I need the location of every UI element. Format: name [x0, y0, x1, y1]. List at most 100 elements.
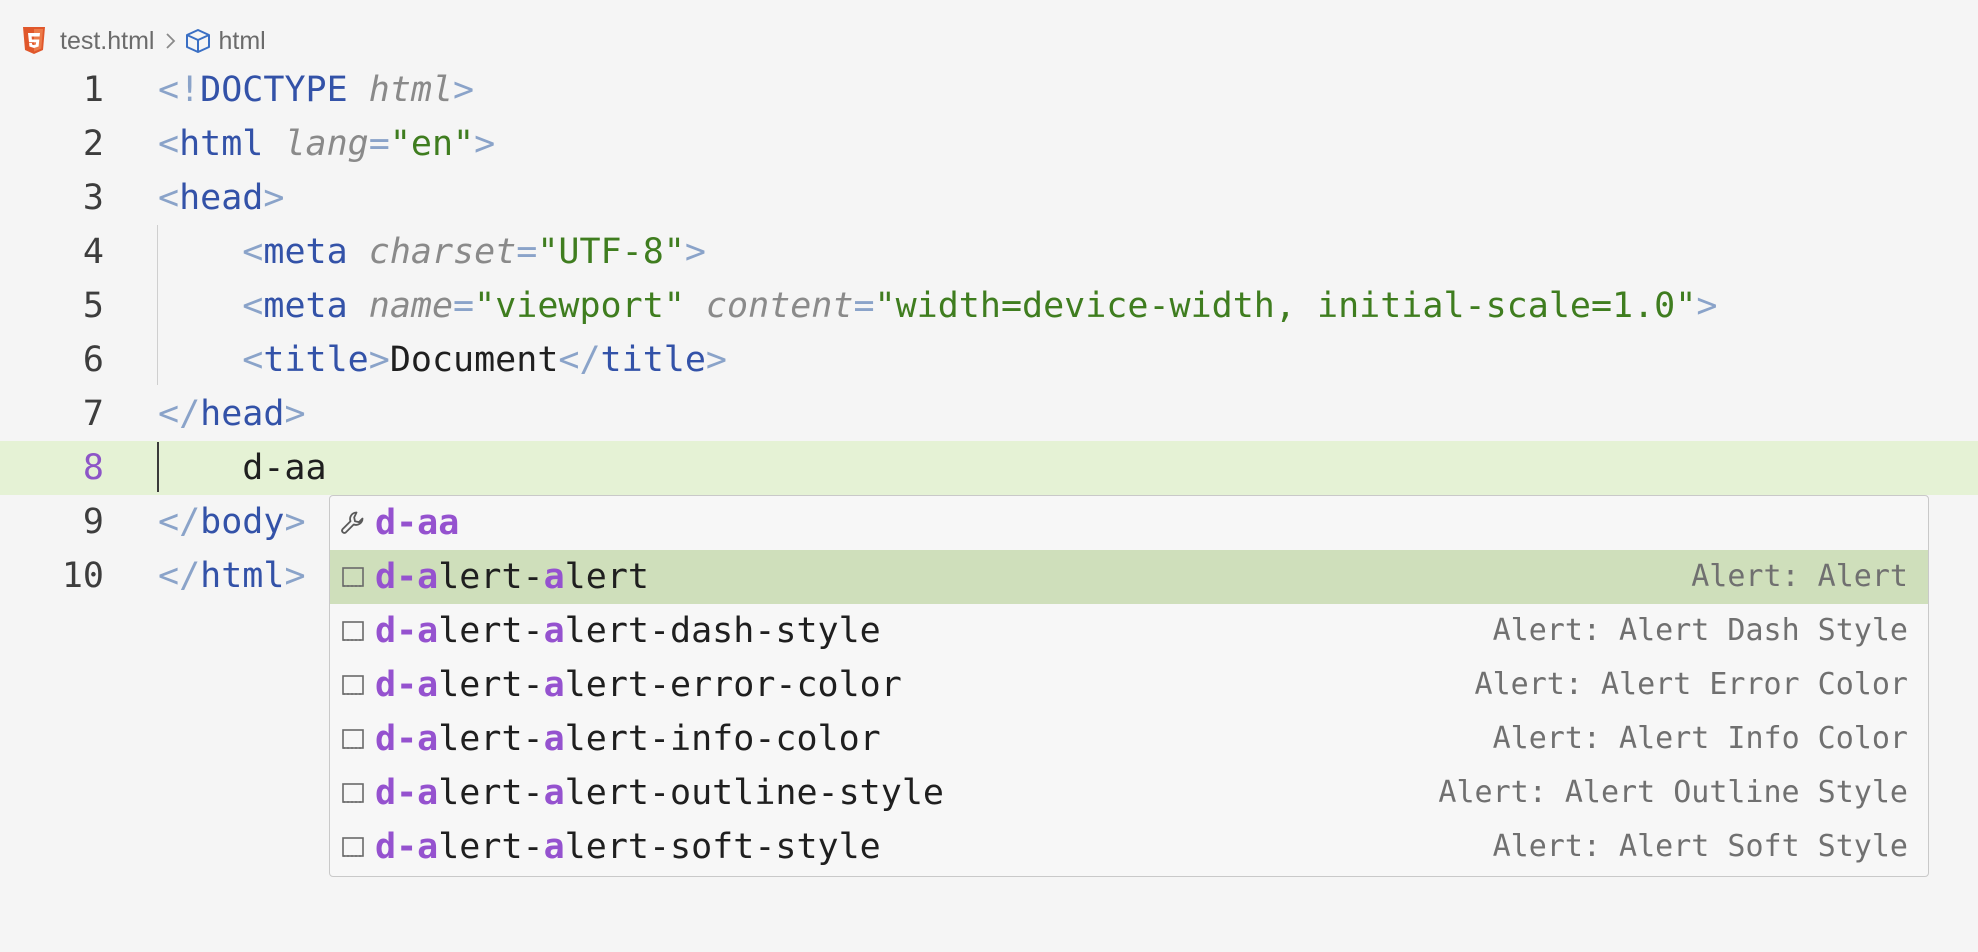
- code-line[interactable]: 1 <!DOCTYPE html>: [0, 63, 1978, 117]
- suggestion-label: d-alert-alert-outline-style: [375, 773, 944, 813]
- code-text: <head>: [158, 171, 284, 225]
- code-text: </body>: [158, 495, 306, 549]
- wrench-icon: [338, 508, 368, 538]
- code-token: >: [1696, 286, 1718, 326]
- line-number: 9: [82, 502, 104, 542]
- suggestion-label: d-alert-alert-dash-style: [375, 611, 881, 651]
- suggestion-label: d-alert-alert-error-color: [375, 665, 902, 705]
- code-token: "width=device-width, initial-scale=1.0": [874, 286, 1697, 326]
- line-number: 10: [61, 556, 104, 596]
- autocomplete-popup: d-aa d-alert-alert Alert: Alert d-alert-ale…: [329, 495, 1929, 877]
- suggestion-label: d-aa: [375, 503, 460, 543]
- suggestion-item[interactable]: d-alert-alert-error-color Alert: Alert Er…: [330, 658, 1928, 712]
- code-token: body: [200, 502, 285, 542]
- code-text: <meta name="viewport" content="width=dev…: [158, 279, 1717, 333]
- line-number: 6: [82, 340, 104, 380]
- code-line[interactable]: 5 <meta name="viewport" content="width=d…: [0, 279, 1978, 333]
- code-token: </: [158, 556, 201, 596]
- code-token: =: [368, 124, 390, 164]
- code-token: meta: [263, 286, 348, 326]
- chevron-right-icon: [164, 32, 176, 50]
- code-text: <html lang="en">: [158, 117, 495, 171]
- suggestion-detail: Alert: Alert Info Color: [1492, 721, 1908, 756]
- code-token: lang: [284, 124, 369, 164]
- suggestion-label: d-alert-alert-soft-style: [375, 827, 881, 867]
- code-line[interactable]: 2 <html lang="en">: [0, 117, 1978, 171]
- code-token: content: [705, 286, 854, 326]
- suggestion-label: d-alert-alert-info-color: [375, 719, 881, 759]
- line-number: 7: [82, 394, 104, 434]
- code-token: <!: [158, 70, 201, 110]
- suggestion-label: d-alert-alert: [375, 557, 649, 597]
- breadcrumb-symbol[interactable]: html: [218, 27, 265, 56]
- suggestion-item[interactable]: d-alert-alert-soft-style Alert: Alert Sof…: [330, 820, 1928, 874]
- code-line[interactable]: 8 d-aa: [0, 441, 1978, 495]
- suggestion-detail: Alert: Alert Error Color: [1474, 667, 1908, 702]
- code-token: <: [242, 286, 264, 326]
- snippet-icon: [338, 778, 368, 808]
- code-token: head: [200, 394, 285, 434]
- suggestion-detail: Alert: Alert Outline Style: [1438, 775, 1908, 810]
- code-token: >: [684, 232, 706, 272]
- code-token: meta: [263, 232, 348, 272]
- code-token: html: [368, 70, 454, 110]
- code-token: <: [158, 178, 180, 218]
- code-line[interactable]: 7 </head>: [0, 387, 1978, 441]
- code-text: </html>: [158, 549, 306, 603]
- suggestion-detail: Alert: Alert Dash Style: [1492, 613, 1908, 648]
- code-token: head: [179, 178, 264, 218]
- code-token: >: [263, 178, 285, 218]
- code-token: >: [284, 502, 306, 542]
- code-token: DOCTYPE: [200, 70, 348, 110]
- code-token: html: [179, 124, 264, 164]
- cube-icon: [184, 28, 212, 54]
- line-number: 5: [82, 286, 104, 326]
- suggestion-item[interactable]: d-alert-alert-dash-style Alert: Alert Das…: [330, 604, 1928, 658]
- suggestion-item[interactable]: d-alert-alert-info-color Alert: Alert Inf…: [330, 712, 1928, 766]
- code-line[interactable]: 4 <meta charset="UTF-8">: [0, 225, 1978, 279]
- code-text: <title>Document</title>: [158, 333, 727, 387]
- code-token: html: [200, 556, 285, 596]
- breadcrumb-file[interactable]: test.html: [60, 27, 154, 56]
- code-token: >: [474, 124, 496, 164]
- suggestion-item[interactable]: d-alert-alert Alert: Alert: [330, 550, 1928, 604]
- code-token: >: [705, 340, 727, 380]
- code-token: name: [368, 286, 454, 326]
- snippet-icon: [338, 616, 368, 646]
- code-token: >: [368, 340, 390, 380]
- snippet-icon: [338, 670, 368, 700]
- line-number: 2: [82, 124, 104, 164]
- code-text: </head>: [158, 387, 306, 441]
- suggestion-item[interactable]: d-alert-alert-outline-style Alert: Alert …: [330, 766, 1928, 820]
- code-line[interactable]: 6 <title>Document</title>: [0, 333, 1978, 387]
- line-number: 4: [82, 232, 104, 272]
- code-token: =: [853, 286, 875, 326]
- code-line[interactable]: 3 <head>: [0, 171, 1978, 225]
- code-token: <: [242, 340, 264, 380]
- line-number: 8: [82, 448, 104, 488]
- suggestion-detail: Alert: Alert: [1691, 559, 1908, 594]
- code-token: </: [558, 340, 601, 380]
- code-token: charset: [368, 232, 517, 272]
- code-token: </: [158, 502, 201, 542]
- code-token: >: [284, 394, 306, 434]
- code-text: d-aa: [158, 441, 326, 495]
- code-token: "UTF-8": [537, 232, 685, 272]
- line-number: 1: [82, 70, 104, 110]
- suggestion-item[interactable]: d-aa: [330, 496, 1928, 550]
- code-token: "viewport": [474, 286, 685, 326]
- code-token: title: [600, 340, 706, 380]
- code-token: =: [453, 286, 475, 326]
- code-text: <meta charset="UTF-8">: [158, 225, 706, 279]
- breadcrumb: test.html html: [22, 24, 266, 58]
- code-token: <: [242, 232, 264, 272]
- code-token: =: [516, 232, 538, 272]
